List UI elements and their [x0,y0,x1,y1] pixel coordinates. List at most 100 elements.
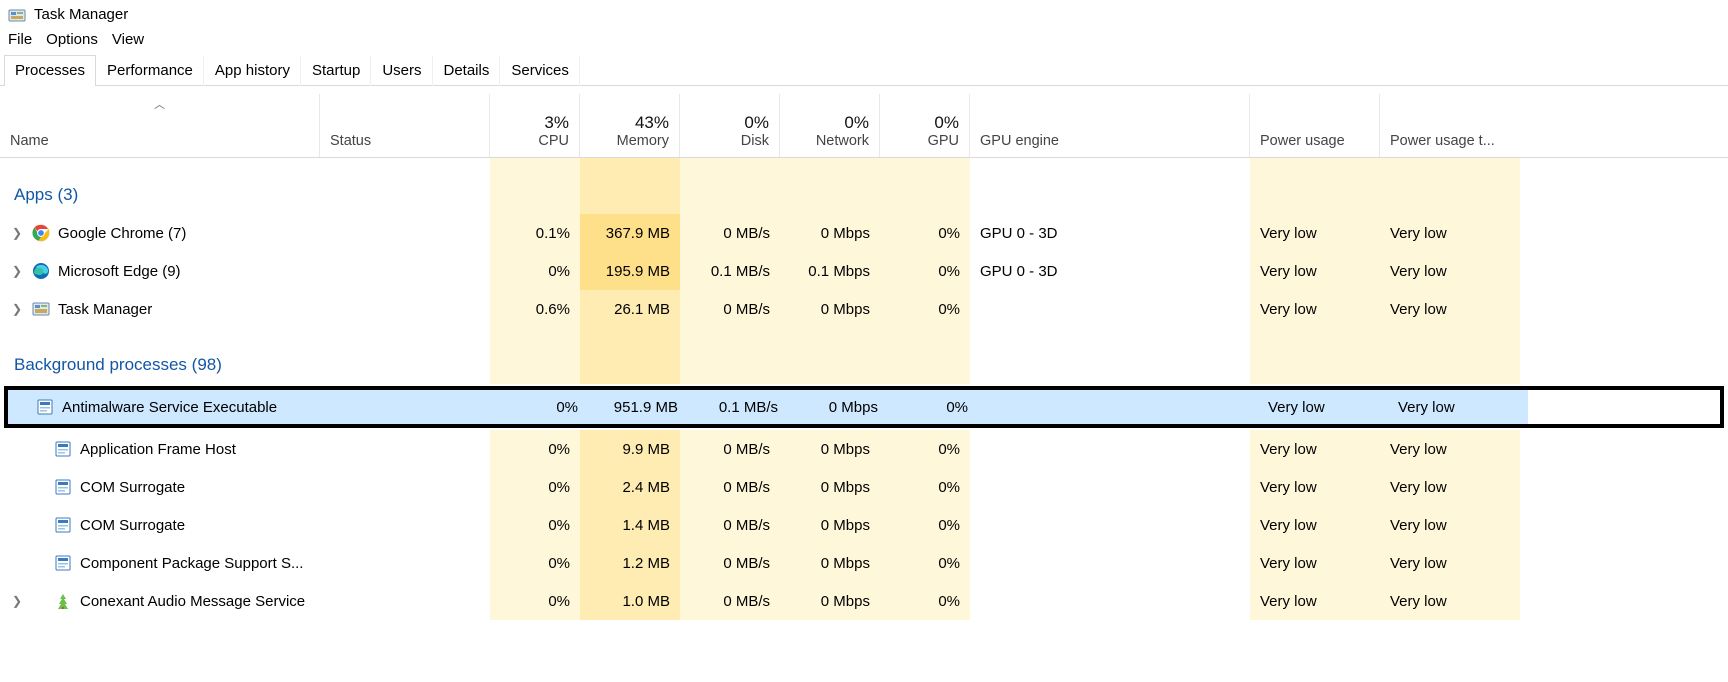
cell-cpu: 0.1% [490,214,580,252]
menu-file[interactable]: File [8,31,32,48]
col-gpu[interactable]: 0% GPU [880,94,970,157]
expand-icon[interactable]: ❯ [10,302,24,316]
cell-disk: 0 MB/s [680,544,780,582]
cell-name: COM Surrogate [0,468,320,506]
cell-network: 0 Mbps [780,468,880,506]
spacer-row [0,158,1728,176]
process-name: Antimalware Service Executable [62,399,277,416]
cell-power-trend: Very low [1380,252,1520,290]
tab-processes[interactable]: Processes [4,55,96,86]
group-row[interactable]: Apps (3) [0,176,1728,214]
expand-icon[interactable]: ❯ [10,226,24,240]
cell-disk: 0 MB/s [680,214,780,252]
cell-power: Very low [1250,506,1380,544]
cell-network: 0 Mbps [780,544,880,582]
cell-memory: 9.9 MB [580,430,680,468]
cell-memory: 1.0 MB [580,582,680,620]
col-status-label: Status [330,133,371,149]
cell-gpu-engine: GPU 0 - 3D [970,252,1250,290]
tab-app-history[interactable]: App history [204,55,301,86]
tab-services[interactable]: Services [500,55,580,86]
process-row[interactable]: COM Surrogate 0% 2.4 MB 0 MB/s 0 Mbps 0%… [0,468,1728,506]
menu-options[interactable]: Options [46,31,98,48]
tab-startup[interactable]: Startup [301,55,371,86]
cell-power: Very low [1250,582,1380,620]
cell-cpu: 0% [490,468,580,506]
process-name: Conexant Audio Message Service [80,593,305,610]
cell-disk: 0 MB/s [680,468,780,506]
cell-network: 0.1 Mbps [780,252,880,290]
cell-gpu: 0% [880,290,970,328]
process-name: Google Chrome (7) [58,225,186,242]
cell-status [328,390,498,424]
menu-bar: File Options View [0,27,1728,54]
generic-icon [54,516,72,534]
cell-network: 0 Mbps [780,290,880,328]
cell-power: Very low [1250,290,1380,328]
cell-disk: 0 MB/s [680,506,780,544]
process-row[interactable]: Component Package Support S... 0% 1.2 MB… [0,544,1728,582]
cell-status [320,506,490,544]
expand-icon[interactable]: ❯ [10,594,24,608]
process-row[interactable]: ❯Google Chrome (7) 0.1% 367.9 MB 0 MB/s … [0,214,1728,252]
cell-status [320,582,490,620]
process-row[interactable]: ❯Microsoft Edge (9) 0% 195.9 MB 0.1 MB/s… [0,252,1728,290]
col-gpu-engine-label: GPU engine [980,133,1059,149]
col-disk[interactable]: 0% Disk [680,94,780,157]
cell-memory: 1.2 MB [580,544,680,582]
generic-icon [54,440,72,458]
cell-power: Very low [1250,430,1380,468]
cell-cpu: 0% [490,506,580,544]
conexant-icon [54,592,72,610]
table-body: Apps (3) ❯Google Chrome (7) 0.1% 367.9 M… [0,158,1728,620]
cell-power: Very low [1250,544,1380,582]
col-memory[interactable]: 43% Memory [580,94,680,157]
col-name[interactable]: ︿ Name [0,94,320,157]
expand-icon[interactable]: ❯ [10,264,24,278]
cell-gpu-engine [970,506,1250,544]
cell-power-trend: Very low [1380,214,1520,252]
col-gpu-engine[interactable]: GPU engine [970,94,1250,157]
process-row[interactable]: ❯Task Manager 0.6% 26.1 MB 0 MB/s 0 Mbps… [0,290,1728,328]
cell-gpu-engine [970,468,1250,506]
process-row[interactable]: COM Surrogate 0% 1.4 MB 0 MB/s 0 Mbps 0%… [0,506,1728,544]
col-name-label: Name [10,133,49,149]
cell-gpu: 0% [880,468,970,506]
cell-cpu: 0.6% [490,290,580,328]
cell-gpu: 0% [880,252,970,290]
sort-arrow-icon: ︿ [154,96,165,112]
col-power-trend[interactable]: Power usage t... [1380,94,1520,157]
cell-gpu: 0% [880,582,970,620]
cell-status [320,468,490,506]
tab-performance[interactable]: Performance [96,55,204,86]
process-name: COM Surrogate [80,479,185,496]
menu-view[interactable]: View [112,31,144,48]
highlighted-row[interactable]: Antimalware Service Executable 0% 951.9 … [4,386,1724,428]
col-network[interactable]: 0% Network [780,94,880,157]
col-power[interactable]: Power usage [1250,94,1380,157]
tab-details[interactable]: Details [433,55,501,86]
cell-name: ❯Task Manager [0,290,320,328]
window-title: Task Manager [34,6,128,23]
cell-disk: 0.1 MB/s [680,252,780,290]
process-table: ︿ Name Status 3% CPU 43% Memory 0% Disk … [0,94,1728,620]
cell-power: Very low [1250,252,1380,290]
process-row[interactable]: ❯ Conexant Audio Message Service 0% 1.0 M… [0,582,1728,620]
cell-power-trend: Very low [1380,544,1520,582]
col-gpu-label: GPU [928,133,959,149]
cell-gpu-engine [970,290,1250,328]
disk-total: 0% [744,113,769,133]
tab-users[interactable]: Users [371,55,432,86]
process-row[interactable]: Application Frame Host 0% 9.9 MB 0 MB/s … [0,430,1728,468]
cell-network: 0 Mbps [788,390,888,424]
generic-icon [54,478,72,496]
process-name: COM Surrogate [80,517,185,534]
col-power-label: Power usage [1260,133,1345,149]
col-status[interactable]: Status [320,94,490,157]
col-cpu[interactable]: 3% CPU [490,94,580,157]
taskmgr-icon [32,300,50,318]
group-row[interactable]: Background processes (98) [0,346,1728,384]
cell-memory: 951.9 MB [588,390,688,424]
cell-cpu: 0% [490,430,580,468]
cell-network: 0 Mbps [780,506,880,544]
